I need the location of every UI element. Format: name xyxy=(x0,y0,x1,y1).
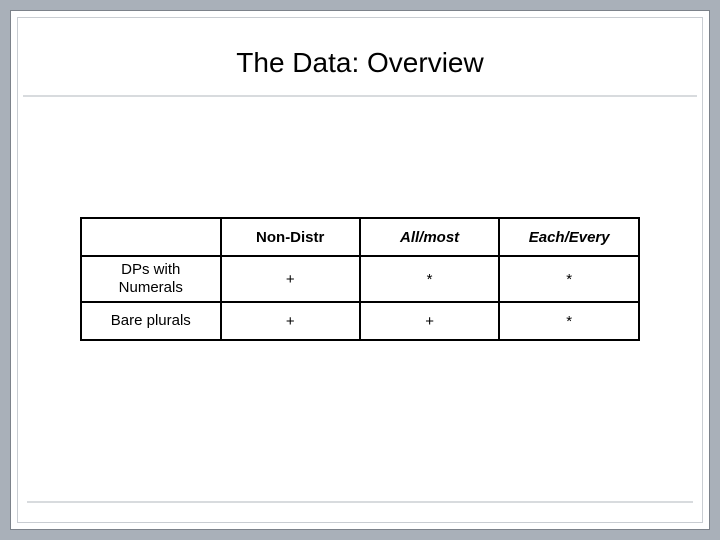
slide-title: The Data: Overview xyxy=(19,19,701,95)
cell: + xyxy=(221,256,360,302)
table-row: Bare plurals + + * xyxy=(81,302,639,340)
cell: * xyxy=(360,256,499,302)
col-head-all-most: All/most xyxy=(360,218,499,256)
cell: * xyxy=(499,256,639,302)
row-label-line: Bare plurals xyxy=(111,312,191,329)
table-header-row: Non-Distr All/most Each/Every xyxy=(81,218,639,256)
row-label-line: DPs with xyxy=(121,261,180,278)
row-label-line: Numerals xyxy=(119,279,183,296)
row-head-bare-plurals: Bare plurals xyxy=(81,302,221,340)
cell: + xyxy=(360,302,499,340)
slide-content: The Data: Overview Non-Distr All/most Ea… xyxy=(19,19,701,521)
table-row: DPs with Numerals + * * xyxy=(81,256,639,302)
slide-outer-frame: The Data: Overview Non-Distr All/most Ea… xyxy=(0,0,720,540)
col-head-each-every: Each/Every xyxy=(499,218,639,256)
bottom-divider xyxy=(27,501,693,503)
cell: * xyxy=(499,302,639,340)
col-head-non-distr: Non-Distr xyxy=(221,218,360,256)
table-corner-cell xyxy=(81,218,221,256)
data-table: Non-Distr All/most Each/Every DPs with N… xyxy=(80,217,640,341)
row-head-dps-numerals: DPs with Numerals xyxy=(81,256,221,302)
slide-inner-frame: The Data: Overview Non-Distr All/most Ea… xyxy=(10,10,710,530)
cell: + xyxy=(221,302,360,340)
title-divider xyxy=(23,95,697,97)
data-table-wrap: Non-Distr All/most Each/Every DPs with N… xyxy=(19,217,701,341)
